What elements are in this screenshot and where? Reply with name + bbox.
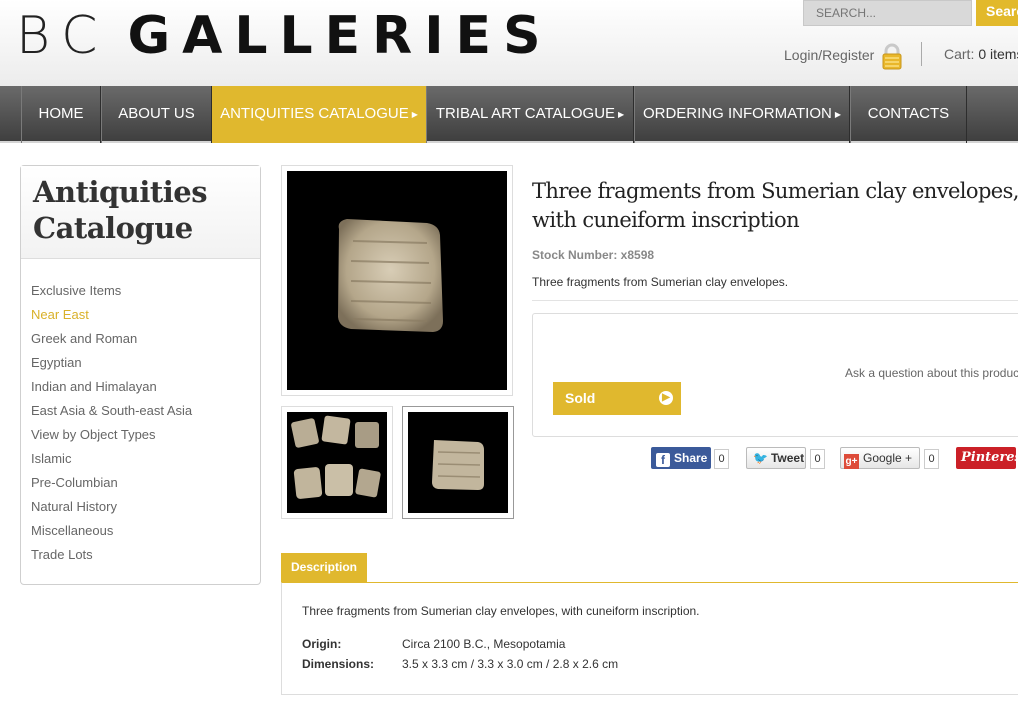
short-description: Three fragments from Sumerian clay envel… <box>532 275 789 289</box>
header-divider <box>921 42 922 66</box>
google-label: Google + <box>863 451 913 465</box>
thumbnail-1[interactable] <box>281 406 393 519</box>
nav-home[interactable]: HOME <box>21 86 101 143</box>
description-text: Three fragments from Sumerian clay envel… <box>302 604 700 618</box>
sidebar-item-pre-columbian[interactable]: Pre-Columbian <box>31 471 250 495</box>
logo-galleries: GALLERIES <box>127 6 553 66</box>
search-button[interactable]: Search <box>976 0 1018 26</box>
google-plus-count: 0 <box>924 449 939 469</box>
nav-about-us[interactable]: ABOUT US <box>101 86 212 143</box>
nav-antiquities-catalogue[interactable]: ANTIQUITIES CATALOGUE ▶ <box>212 86 426 143</box>
caret-right-icon: ▶ <box>834 109 842 119</box>
cart-link[interactable]: Cart:0 items <box>944 46 1018 62</box>
caret-right-icon: ▶ <box>411 109 418 119</box>
dimensions-value: 3.5 x 3.3 cm / 3.3 x 3.0 cm / 2.8 x 2.6 … <box>402 657 619 671</box>
divider <box>532 300 1018 301</box>
lock-icon[interactable] <box>879 42 905 70</box>
pinterest-button[interactable]: Pinterest <box>956 447 1018 469</box>
description-panel <box>281 582 1018 695</box>
product-title: Three fragments from Sumerian clay envel… <box>532 179 1018 232</box>
sidebar-title-line2: Catalogue <box>33 211 193 245</box>
site-header: BC GALLERIES Search Login/Register Cart:0… <box>0 0 1018 86</box>
nav-antiquities-label: ANTIQUITIES CATALOGUE <box>220 105 409 122</box>
caret-right-icon: ▶ <box>618 109 625 119</box>
facebook-share-button[interactable]: f Share <box>651 447 711 469</box>
sidebar-item-trade-lots[interactable]: Trade Lots <box>31 543 250 567</box>
nav-home-label: HOME <box>38 105 84 122</box>
logo-bc: BC <box>16 6 110 66</box>
sidebar-item-natural-history[interactable]: Natural History <box>31 495 250 519</box>
sidebar-item-exclusive-items[interactable]: Exclusive Items <box>31 279 250 303</box>
twitter-icon: 🐦 <box>753 451 768 465</box>
sidebar-item-islamic[interactable]: Islamic <box>31 447 250 471</box>
share-label: Share <box>674 451 708 465</box>
facebook-share-count: 0 <box>714 449 729 469</box>
nav-contacts[interactable]: CONTACTS <box>850 86 967 143</box>
arrow-circle-icon: ▶ <box>659 391 673 405</box>
nav-ordering-label: ORDERING INFORMATION <box>642 105 832 122</box>
tweet-label: Tweet <box>770 451 805 465</box>
ask-question-link[interactable]: Ask a question about this product <box>845 366 1018 380</box>
sidebar-item-near-east[interactable]: Near East <box>31 303 250 327</box>
origin-value: Circa 2100 B.C., Mesopotamia <box>402 637 566 651</box>
site-logo[interactable]: BC GALLERIES <box>16 6 553 66</box>
category-sidebar: Antiquities Catalogue Exclusive Items Ne… <box>20 165 261 585</box>
clay-fragments-image <box>291 415 381 499</box>
main-nav: HOME ABOUT US ANTIQUITIES CATALOGUE ▶ TRI… <box>0 86 1018 143</box>
sidebar-list: Exclusive Items Near East Greek and Roma… <box>21 259 260 567</box>
nav-tribal-label: TRIBAL ART CATALOGUE <box>435 105 616 122</box>
dimensions-label: Dimensions: <box>302 657 375 671</box>
nav-contacts-label: CONTACTS <box>867 105 950 122</box>
google-plus-icon: g+ <box>844 454 859 469</box>
sidebar-item-greek-and-roman[interactable]: Greek and Roman <box>31 327 250 351</box>
sold-button[interactable]: Sold ▶ <box>553 382 681 415</box>
sidebar-item-egyptian[interactable]: Egyptian <box>31 351 250 375</box>
thumbnail-2[interactable] <box>402 406 514 519</box>
clay-tablet-thumb-image <box>432 440 484 490</box>
cart-label: Cart: <box>944 46 975 62</box>
sidebar-item-miscellaneous[interactable]: Miscellaneous <box>31 519 250 543</box>
thumbnail-photo-1 <box>287 412 387 513</box>
sidebar-title-line1: Antiquities <box>33 175 208 209</box>
sidebar-item-indian-himalayan[interactable]: Indian and Himalayan <box>31 375 250 399</box>
search-input[interactable] <box>803 0 972 26</box>
sidebar-item-object-types[interactable]: View by Object Types <box>31 423 250 447</box>
cart-value: 0 items <box>978 46 1018 62</box>
main-product-image[interactable] <box>281 165 513 396</box>
tweet-count: 0 <box>810 449 825 469</box>
nav-ordering-information[interactable]: ORDERING INFORMATION ▶ <box>634 86 850 143</box>
sidebar-header: Antiquities Catalogue <box>21 166 260 259</box>
nav-tribal-art-catalogue[interactable]: TRIBAL ART CATALOGUE ▶ <box>426 86 634 143</box>
sold-label: Sold <box>565 390 596 406</box>
login-register-link[interactable]: Login/Register <box>784 47 874 63</box>
clay-tablet-image <box>338 219 443 332</box>
product-photo <box>287 171 507 390</box>
thumbnail-photo-2 <box>408 412 508 513</box>
sidebar-item-east-asia[interactable]: East Asia & South-east Asia <box>31 399 250 423</box>
tab-description[interactable]: Description <box>281 553 367 582</box>
nav-about-us-label: ABOUT US <box>118 105 195 122</box>
tweet-button[interactable]: 🐦 Tweet <box>746 447 806 469</box>
google-plus-button[interactable]: g+ Google + <box>840 447 920 469</box>
stock-number: Stock Number: x8598 <box>532 248 655 262</box>
facebook-icon: f <box>656 453 670 467</box>
origin-label: Origin: <box>302 637 342 651</box>
